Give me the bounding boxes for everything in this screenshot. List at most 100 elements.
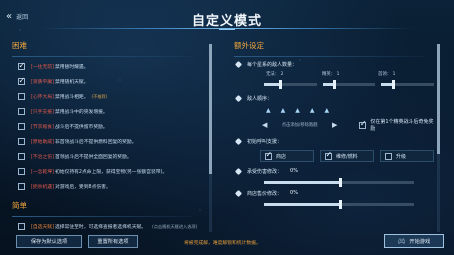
- elite-reward-checkbox[interactable]: [359, 119, 367, 129]
- left-scrollbar[interactable]: [209, 44, 212, 232]
- modifier-row[interactable]: [只手支援] 禁用战斗中的突发增援。: [6, 104, 212, 119]
- scrollbar-thumb[interactable]: [437, 44, 440, 154]
- right-scrollbar[interactable]: [437, 44, 440, 232]
- modifier-description: 选择常驻至时，可选择查报者选择机天赋。: [54, 225, 147, 230]
- support-option[interactable]: 商店: [260, 150, 314, 162]
- slider-fill: [264, 180, 339, 184]
- easy-options: [自选天赋] 选择常驻至时，可选择查报者选择机天赋。 (点击随机天赋进入选项): [6, 219, 212, 234]
- modifier-row[interactable]: [一往无前]禁用替时耀遇。: [6, 59, 212, 74]
- elite-label: 精英：: [322, 72, 336, 77]
- extra-settings-title: 额外设定: [234, 41, 264, 50]
- enemy-count-sliders: [236, 79, 434, 89]
- diamond-bullet-icon: [234, 60, 243, 68]
- support-option[interactable]: 升级: [380, 150, 434, 162]
- section-divider: [12, 216, 192, 217]
- modifier-description: 初始仅持有2点命上限，获得宝物(另一张额宫装带)。: [54, 170, 168, 175]
- warning-text: 将被完成解，难度解锁和统计数据。: [184, 241, 261, 246]
- support-label: 升级: [396, 153, 407, 160]
- modifier-note: (不推荐): [91, 93, 108, 99]
- modifier-row[interactable]: [资质平庸]禁用随机天赋。: [6, 74, 212, 89]
- elite-reward-toggle[interactable]: 仅在第1个精英战斗后奇免奖励: [359, 118, 434, 132]
- shop-price-label: 商店售价修改：: [247, 190, 283, 197]
- support-checkbox[interactable]: [265, 150, 272, 160]
- enemy-ship-icon[interactable]: ▲: [325, 107, 330, 114]
- section-divider: [12, 56, 192, 57]
- support-option[interactable]: 维修/燃料: [320, 150, 374, 162]
- modifier-row[interactable]: [自选天赋] 选择常驻至时，可选择查报者选择机天赋。 (点击随机天赋进入选项): [6, 219, 212, 234]
- modifier-row[interactable]: [原地助威] 非首领战斗后不提供燃料回复的奖励。: [6, 134, 212, 149]
- modifier-list: 困难 [一往无前]禁用替时耀遇。[资质平庸]禁用随机天赋。[心怀大局]禁用战斗相…: [6, 38, 212, 234]
- enemy-ship-icon[interactable]: ▲: [281, 107, 286, 114]
- slider-knob[interactable]: [391, 79, 395, 89]
- slider-knob[interactable]: [339, 199, 342, 209]
- slider-fill: [264, 202, 339, 206]
- modifier-tag: [不治之伤]: [31, 155, 54, 160]
- enemy-count-labels: 无法： 2 精英： 1 首领： 1: [236, 71, 434, 77]
- enemy-order-hint: 点击添加/移除敌舰: [281, 123, 318, 128]
- start-game-label: 开始游戏: [409, 238, 431, 245]
- damage-taken-label: 承受伤害修改：: [247, 168, 283, 175]
- damage-taken-slider[interactable]: [264, 177, 414, 187]
- modifier-tag: [只手支援]: [31, 110, 54, 115]
- modifier-checkbox[interactable]: [18, 223, 25, 230]
- modifier-checkbox[interactable]: [18, 93, 25, 100]
- modifier-description: 战斗后不提供留币奖励。: [54, 125, 108, 130]
- normal-value: 2: [280, 72, 284, 77]
- initial-support-label: 初始呼叫支援：: [247, 138, 283, 145]
- modifier-tag: [资质平庸]: [31, 80, 54, 85]
- support-label: 维修/燃料: [336, 153, 358, 160]
- extra-settings-panel: 额外设定 每个星系的敌人数量： 无法： 2 精英： 1 首领： 1 敌人顺序： …: [222, 38, 434, 234]
- start-game-button[interactable]: 🎮︎ 开始游戏: [384, 234, 444, 248]
- modifier-row[interactable]: [心怀大局] 禁用战斗相距。 (不推荐): [6, 89, 212, 104]
- slider-knob[interactable]: [339, 177, 342, 187]
- enemy-ship-icon[interactable]: ▲: [295, 107, 300, 114]
- modifier-row[interactable]: [扼杀机遇] 对游戏后，受到8点伤害。: [6, 179, 212, 194]
- modifier-checkbox[interactable]: [18, 153, 25, 160]
- support-checkbox[interactable]: [385, 152, 392, 160]
- modifier-checkbox[interactable]: [18, 61, 25, 70]
- reset-all-button[interactable]: 重置所有选项: [88, 235, 138, 248]
- enemy-count-slider[interactable]: [322, 79, 376, 89]
- title-ornament: [219, 25, 235, 30]
- modifier-checkbox[interactable]: [18, 168, 25, 175]
- modifier-checkbox[interactable]: [18, 138, 25, 145]
- shop-price-slider[interactable]: [264, 199, 414, 209]
- support-checkbox[interactable]: [325, 150, 332, 160]
- scrollbar-thumb[interactable]: [209, 44, 212, 174]
- modifier-checkbox[interactable]: [18, 183, 25, 190]
- slider-knob[interactable]: [333, 79, 337, 89]
- modifier-checkbox[interactable]: [18, 108, 25, 115]
- shop-price-value: 0%: [290, 190, 298, 196]
- modifier-description: 禁用替时耀遇。: [54, 65, 89, 70]
- modifier-row[interactable]: [一念乾坤] 初始仅持有2点命上限，获得宝物(另一张额宫装带)。: [6, 164, 212, 179]
- shop-price-setting: 商店售价修改： 0%: [222, 188, 434, 209]
- modifier-tag: [自选天赋]: [31, 225, 54, 230]
- save-default-button[interactable]: 保存为默认选项: [16, 235, 82, 248]
- modifier-description: 禁用战斗相距。: [54, 95, 89, 100]
- modifier-description: 禁用战斗中的突发增援。: [54, 110, 108, 115]
- section-hard-title: 困难: [12, 41, 27, 50]
- enemy-ship-icon[interactable]: ▲: [266, 107, 271, 114]
- gamepad-icon: 🎮︎: [397, 237, 406, 245]
- arrow-right-icon[interactable]: ▶: [332, 121, 337, 129]
- modifier-tag: [心怀大局]: [31, 95, 54, 100]
- elite-reward-label: 仅在第1个精英战斗后奇免奖励: [370, 119, 434, 132]
- header: « 返回 自定义模式: [0, 0, 454, 36]
- modifier-row[interactable]: [节衣缩食] 战斗后不提供留币奖励。: [6, 119, 212, 134]
- damage-taken-value: 0%: [290, 168, 298, 174]
- normal-label: 无法：: [266, 72, 280, 77]
- modifier-row[interactable]: [不治之伤] 首领战斗后不提供全面回复的奖励。: [6, 149, 212, 164]
- slider-knob[interactable]: [278, 79, 282, 89]
- modifier-note: (点击随机天赋进入选项): [152, 223, 198, 229]
- support-label: 商店: [276, 153, 287, 160]
- arrow-left-icon[interactable]: ◀: [262, 121, 267, 129]
- modifier-checkbox[interactable]: [18, 76, 25, 85]
- enemy-order-label: 敌人顺序：: [247, 95, 273, 102]
- diamond-bullet-icon: [234, 189, 243, 197]
- enemy-count-slider[interactable]: [381, 79, 434, 89]
- slider-fill: [264, 82, 279, 86]
- enemy-ship-icon[interactable]: ▲: [310, 107, 315, 114]
- modifier-checkbox[interactable]: [18, 123, 25, 130]
- modifier-description: 禁用随机天赋。: [54, 80, 89, 85]
- enemy-count-slider[interactable]: [264, 79, 317, 89]
